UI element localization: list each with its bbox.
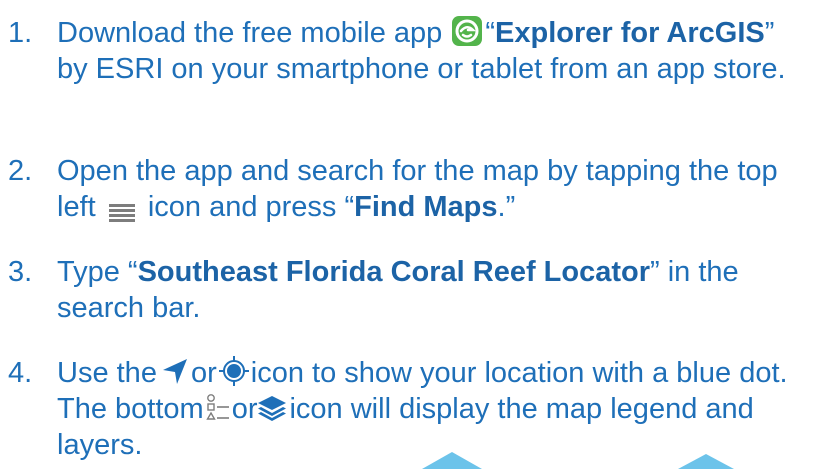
hamburger-menu-icon [108, 196, 135, 223]
step-1: 1. Download the free mobile app “Explore… [8, 15, 808, 87]
app-name-bold: Explorer for ArcGIS [495, 17, 765, 49]
decorative-triangle-left [422, 452, 482, 469]
step-text: Download the free mobile app “Explorer f… [57, 15, 808, 87]
step-text-part: icon and press “ [147, 191, 355, 223]
navigation-arrow-icon [161, 357, 189, 385]
step-text-part: Type “ [57, 256, 138, 288]
step-text-part: or [231, 393, 258, 425]
step-text-part: Use the [57, 357, 157, 389]
step-3: 3. Type “Southeast Florida Coral Reef Lo… [8, 254, 808, 326]
step-number: 1. [8, 17, 33, 49]
step-text: Open the app and search for the map by t… [57, 153, 808, 225]
step-text-part: or [190, 357, 217, 389]
location-target-icon [218, 356, 249, 387]
layers-icon [257, 394, 287, 422]
explorer-for-arcgis-app-icon [452, 16, 483, 47]
map-name-bold: Southeast Florida Coral Reef Locator [137, 256, 651, 288]
quote-mark: “ [485, 17, 496, 49]
step-number: 2. [8, 155, 33, 187]
step-text-part: Download the free mobile app [57, 17, 443, 49]
legend-list-icon [205, 393, 230, 421]
step-number: 3. [8, 256, 33, 288]
find-maps-bold: Find Maps [354, 191, 498, 223]
step-text: Use the or icon to show your location with… [57, 355, 808, 463]
decorative-triangle-right [678, 454, 734, 469]
step-4: 4. Use the or icon to show your location w… [8, 355, 808, 463]
step-2: 2. Open the app and search for the map b… [8, 153, 808, 225]
step-text: Type “Southeast Florida Coral Reef Locat… [57, 254, 808, 326]
step-number: 4. [8, 357, 33, 389]
step-text-part: .” [497, 191, 516, 223]
